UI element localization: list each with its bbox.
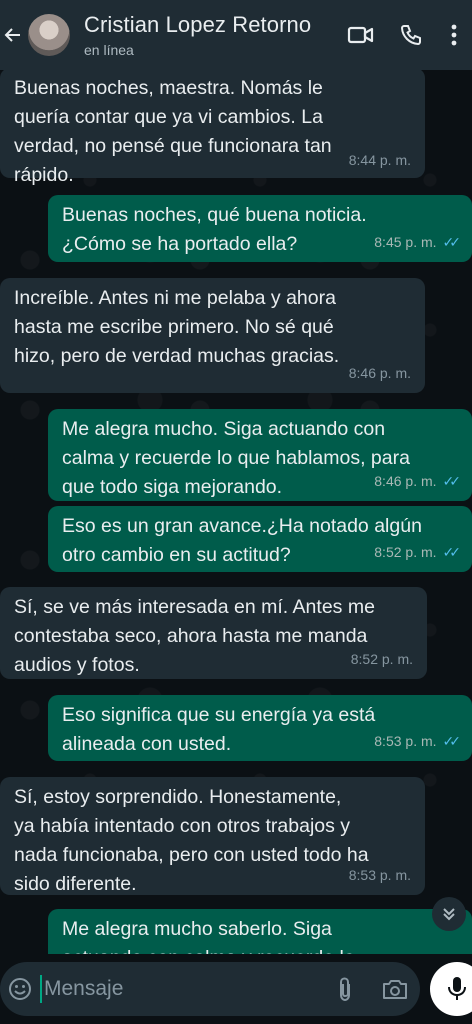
message-time: 8:46 p. m. xyxy=(348,365,411,381)
message-line: actuando con calma y recuerde lo xyxy=(62,944,458,954)
message-outgoing[interactable]: Buenas noches, qué buena noticia. ¿Cómo … xyxy=(48,195,472,262)
message-input[interactable]: Mensaje xyxy=(44,977,320,1001)
menu-button[interactable] xyxy=(436,0,472,70)
phone-icon xyxy=(400,25,421,46)
message-line: Me alegra mucho saberlo. Siga xyxy=(62,918,332,940)
message-time: 8:44 p. m. xyxy=(348,152,411,168)
camera-button[interactable] xyxy=(370,962,420,1016)
message-line: Eso es un gran avance.¿Ha notado algún xyxy=(62,515,422,537)
message-incoming[interactable]: Sí, estoy sorprendido. Honestamente, ya … xyxy=(0,777,425,895)
back-arrow-icon xyxy=(4,28,20,42)
message-line: Buenas noches, maestra. Nomás le xyxy=(14,77,323,99)
message-list[interactable]: Buenas noches, maestra. Nomás le quería … xyxy=(0,70,472,954)
read-ticks-icon: ✓✓ xyxy=(442,473,462,489)
message-line: Buenas noches, qué buena noticia. xyxy=(62,204,367,226)
voice-call-button[interactable] xyxy=(386,0,436,70)
message-time: 8:46 p. m. xyxy=(374,473,437,489)
read-ticks-icon: ✓✓ xyxy=(442,544,462,560)
paperclip-icon xyxy=(340,977,350,1002)
video-call-button[interactable] xyxy=(336,0,386,70)
message-line: ya había intentado con otros trabajos y xyxy=(14,815,351,837)
attach-button[interactable] xyxy=(320,962,370,1016)
video-call-icon xyxy=(347,26,374,44)
emoji-icon xyxy=(9,978,31,1000)
chat-header: Cristian Lopez Retorno en línea xyxy=(0,0,472,70)
composer-bar: Mensaje xyxy=(0,954,472,1024)
more-vert-icon xyxy=(451,24,457,46)
read-ticks-icon: ✓✓ xyxy=(442,234,462,250)
camera-icon xyxy=(383,980,407,999)
message-time: 8:52 p. m. xyxy=(374,544,437,560)
read-ticks-icon: ✓✓ xyxy=(442,733,462,749)
message-incoming[interactable]: Increíble. Antes ni me pelaba y ahora ha… xyxy=(0,278,425,393)
message-incoming[interactable]: Sí, se ve más interesada en mí. Antes me… xyxy=(0,587,427,679)
message-line: hasta me escribe primero. No sé qué xyxy=(14,316,334,338)
message-line: Me alegra mucho. Siga actuando con xyxy=(62,418,386,440)
message-line: Increíble. Antes ni me pelaba y ahora xyxy=(14,287,336,309)
contact-info[interactable]: Cristian Lopez Retorno en línea xyxy=(84,12,336,58)
message-time: 8:52 p. m. xyxy=(350,651,413,667)
message-line: Eso significa que su energía ya está xyxy=(62,704,376,726)
emoji-button[interactable] xyxy=(0,962,40,1016)
message-time: 8:53 p. m. xyxy=(374,733,437,749)
message-outgoing[interactable]: Eso es un gran avance.¿Ha notado algún o… xyxy=(48,506,472,572)
contact-status: en línea xyxy=(84,42,134,58)
message-input-box[interactable]: Mensaje xyxy=(0,962,420,1016)
contact-name: Cristian Lopez Retorno xyxy=(84,12,312,37)
message-outgoing[interactable]: Eso significa que su energía ya está ali… xyxy=(48,695,472,761)
message-outgoing[interactable]: Me alegra mucho. Siga actuando con calma… xyxy=(48,409,472,501)
double-chevron-down-icon xyxy=(443,908,455,921)
message-line: quería contar que ya vi cambios. La xyxy=(14,106,323,128)
back-button[interactable] xyxy=(0,0,26,70)
text-cursor xyxy=(40,975,42,1003)
message-time: 8:53 p. m. xyxy=(348,867,411,883)
message-incoming[interactable]: Buenas noches, maestra. Nomás le quería … xyxy=(0,70,425,186)
message-line: Sí, se ve más interesada en mí. Antes me xyxy=(14,596,375,618)
voice-message-button[interactable] xyxy=(430,962,472,1016)
scroll-to-bottom-button[interactable] xyxy=(432,897,466,931)
avatar[interactable] xyxy=(28,14,70,56)
message-time: 8:45 p. m. xyxy=(374,234,437,250)
message-outgoing[interactable]: Me alegra mucho saberlo. Siga actuando c… xyxy=(48,909,472,954)
message-line: Sí, estoy sorprendido. Honestamente, xyxy=(14,786,342,808)
mic-icon xyxy=(448,977,466,1000)
